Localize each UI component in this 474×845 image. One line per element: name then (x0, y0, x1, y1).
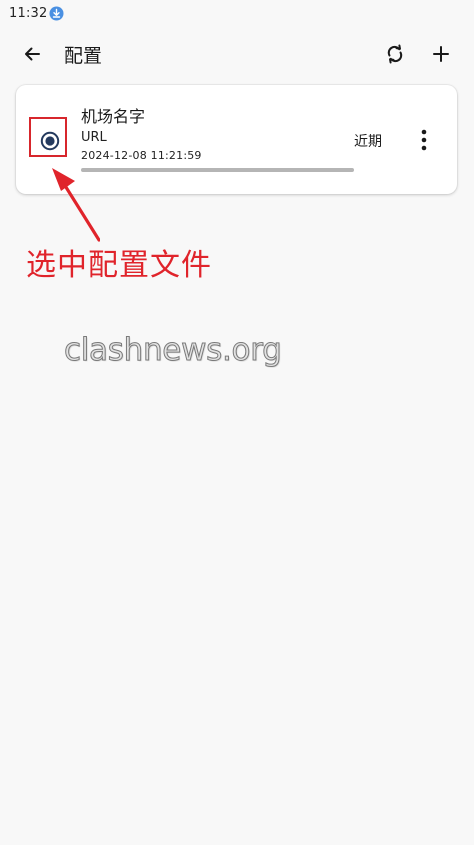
download-icon (49, 6, 64, 21)
profile-type: URL (81, 130, 107, 145)
arrow-left-icon (25, 47, 40, 61)
radio-selected-icon (40, 131, 60, 151)
profile-usage-progress-fill (81, 168, 354, 172)
app-bar: 配置 (0, 30, 474, 78)
refresh-button[interactable] (381, 40, 409, 68)
profile-usage-progress (81, 168, 354, 172)
watermark: clashnews.org (63, 332, 282, 369)
profile-expire: 近期 (354, 134, 382, 150)
profile-name: 机场名字 (81, 107, 146, 126)
status-bar: 11:32 (0, 0, 474, 28)
add-button[interactable] (427, 40, 455, 68)
plus-icon (433, 46, 449, 62)
status-time: 11:32 (9, 6, 48, 21)
annotation-arrow (52, 168, 100, 242)
profile-radio-button[interactable] (40, 131, 60, 151)
profile-more-button[interactable] (414, 127, 434, 153)
page-title: 配置 (64, 45, 103, 67)
back-button[interactable] (18, 40, 46, 68)
more-vertical-icon (421, 129, 427, 151)
annotation-label: 选中配置文件 (26, 248, 212, 283)
sync-icon (387, 44, 403, 64)
